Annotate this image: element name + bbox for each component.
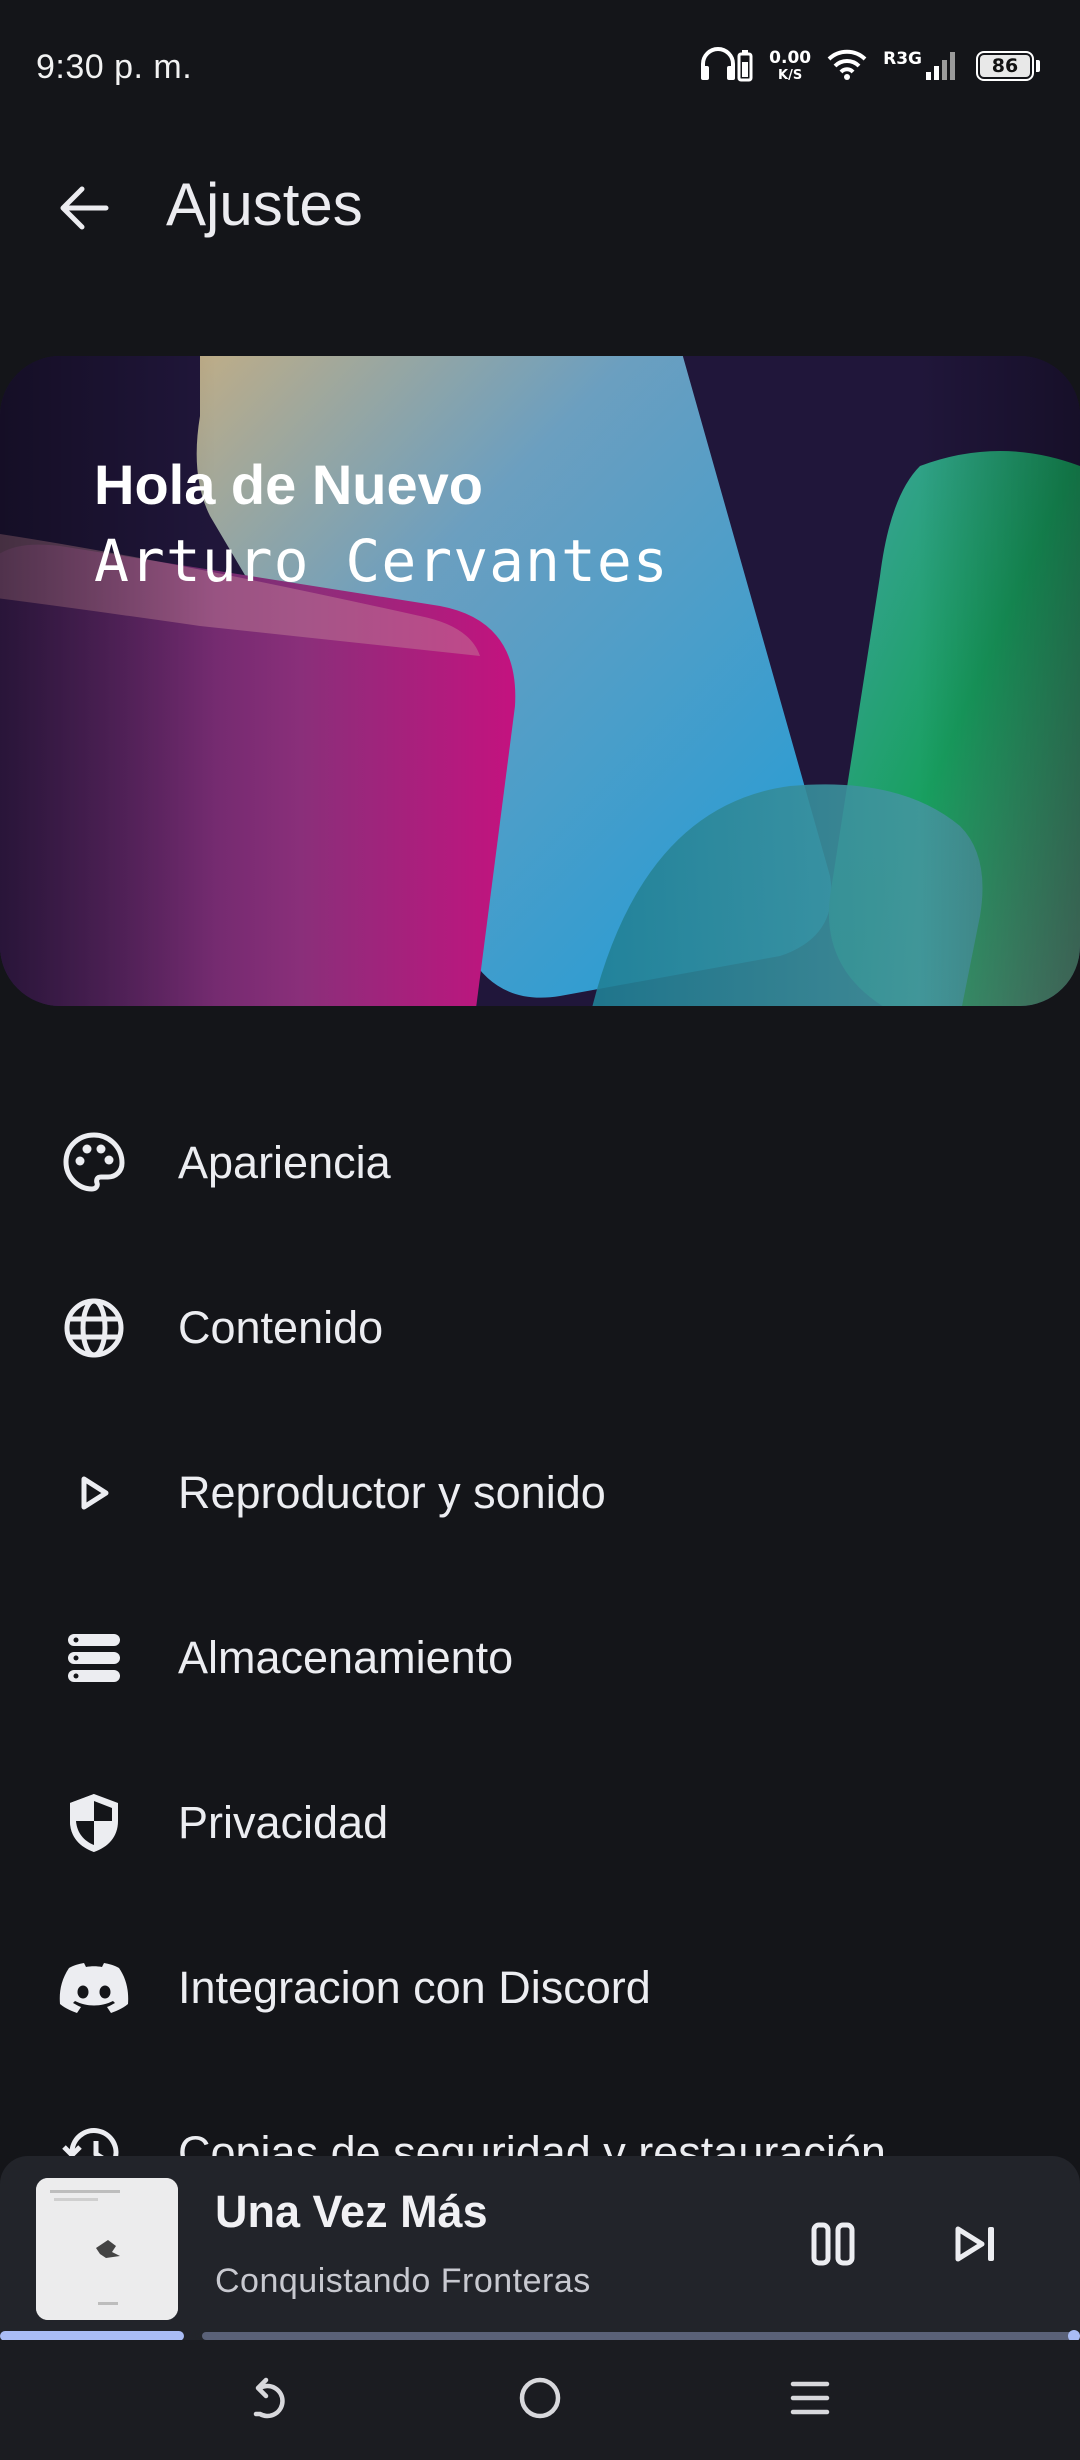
hero-card: Hola de Nuevo Arturo Cervantes	[0, 356, 1080, 1006]
pause-icon	[809, 2220, 857, 2273]
setting-item-contenido[interactable]: Contenido	[0, 1245, 1080, 1410]
setting-label: Integracion con Discord	[178, 1961, 651, 2013]
setting-label: Almacenamiento	[178, 1631, 514, 1683]
album-art[interactable]	[36, 2178, 178, 2320]
net-speed-unit: K/S	[778, 68, 803, 83]
skip-next-icon	[952, 2224, 998, 2269]
net-speed: 0.00 K/S	[769, 48, 812, 83]
setting-item-privacidad[interactable]: Privacidad	[0, 1740, 1080, 1905]
system-nav-bar	[0, 2340, 1080, 2460]
restore-icon	[58, 2117, 130, 2160]
setting-label: Apariencia	[178, 1136, 391, 1188]
mini-player[interactable]: Una Vez Más Conquistando Fronteras	[0, 2156, 1080, 2340]
setting-item-copias[interactable]: Copias de seguridad y restauración	[0, 2070, 1080, 2160]
play-icon	[58, 1457, 130, 1529]
storage-icon	[58, 1622, 130, 1694]
setting-label: Privacidad	[178, 1796, 389, 1848]
setting-item-discord[interactable]: Integracion con Discord	[0, 1905, 1080, 2070]
setting-item-reproductor[interactable]: Reproductor y sonido	[0, 1410, 1080, 1575]
progress-track	[202, 2332, 1076, 2340]
settings-list: Apariencia Contenido Reproductor y sonid…	[0, 1080, 1080, 2160]
setting-label: Copias de seguridad y restauración	[178, 2126, 886, 2161]
home-nav-icon	[516, 2374, 564, 2427]
net-speed-value: 0.00	[769, 48, 812, 68]
status-time: 9:30 p. m.	[36, 48, 193, 86]
status-bar: 9:30 p. m. 0.00 K/S R3G 86	[0, 0, 1080, 130]
setting-item-apariencia[interactable]: Apariencia	[0, 1080, 1080, 1245]
back-nav-icon	[246, 2374, 294, 2427]
track-title: Una Vez Más	[215, 2186, 488, 2237]
arrow-back-icon	[58, 184, 110, 237]
hero-text: Hola de Nuevo Arturo Cervantes	[94, 452, 669, 595]
track-artist: Conquistando Fronteras	[215, 2262, 591, 2300]
discord-icon	[58, 1952, 130, 2024]
wifi-icon	[827, 47, 867, 86]
headphones-battery-icon	[699, 44, 753, 89]
menu-nav-icon	[786, 2374, 834, 2427]
shield-icon	[58, 1787, 130, 1859]
hero-user-name: Arturo Cervantes	[94, 527, 669, 595]
hero-greeting: Hola de Nuevo	[94, 453, 483, 516]
battery-level: 86	[980, 55, 1030, 77]
palette-icon	[58, 1127, 130, 1199]
page-title: Ajustes	[166, 171, 363, 238]
back-button[interactable]	[46, 172, 122, 248]
app-bar: Ajustes	[0, 150, 1080, 260]
setting-item-almacenamiento[interactable]: Almacenamiento	[0, 1575, 1080, 1740]
nav-menu-button[interactable]	[765, 2358, 855, 2442]
network-type: R3G	[883, 49, 922, 69]
signal-icon	[926, 48, 960, 85]
setting-label: Contenido	[178, 1301, 384, 1353]
nav-back-button[interactable]	[225, 2358, 315, 2442]
nav-home-button[interactable]	[495, 2358, 585, 2442]
status-icons: 0.00 K/S R3G 86	[699, 44, 1040, 88]
battery-icon: 86	[976, 51, 1040, 81]
setting-label: Reproductor y sonido	[178, 1466, 606, 1518]
globe-icon	[58, 1292, 130, 1364]
pause-button[interactable]	[798, 2206, 868, 2286]
skip-next-button[interactable]	[940, 2206, 1010, 2286]
